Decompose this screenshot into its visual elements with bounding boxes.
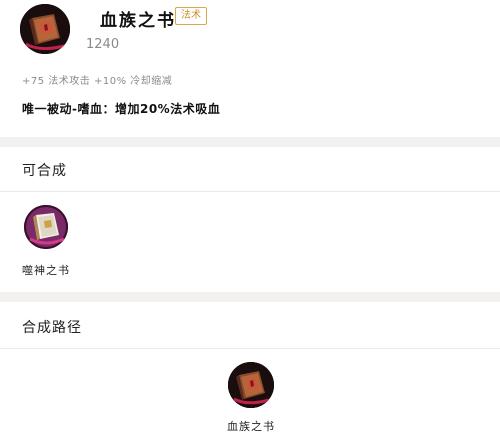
compose-into-item-label: 噬神之书	[22, 264, 70, 277]
blood-book-icon	[20, 4, 70, 54]
compose-path-item-avatar[interactable]	[228, 362, 274, 408]
god-eater-book-icon	[24, 205, 68, 249]
item-name: 血族之书	[100, 11, 176, 31]
section-title-compose-path: 合成路径	[22, 320, 82, 336]
section-title-compose-into: 可合成	[22, 163, 67, 179]
item-avatar	[20, 4, 70, 54]
section-line	[0, 191, 500, 192]
item-type-tag: 法术	[175, 7, 207, 25]
compose-path-item-label: 血族之书	[227, 420, 275, 433]
section-divider	[0, 292, 500, 302]
section-line	[0, 348, 500, 349]
item-passive: 唯一被动-嗜血：增加20%法术吸血	[22, 102, 221, 116]
blood-book-icon	[228, 362, 274, 408]
item-price: 1240	[86, 37, 120, 52]
section-divider	[0, 137, 500, 147]
compose-into-item-avatar[interactable]	[24, 205, 68, 249]
item-stats: +75 法术攻击 +10% 冷却缩减	[22, 76, 173, 87]
